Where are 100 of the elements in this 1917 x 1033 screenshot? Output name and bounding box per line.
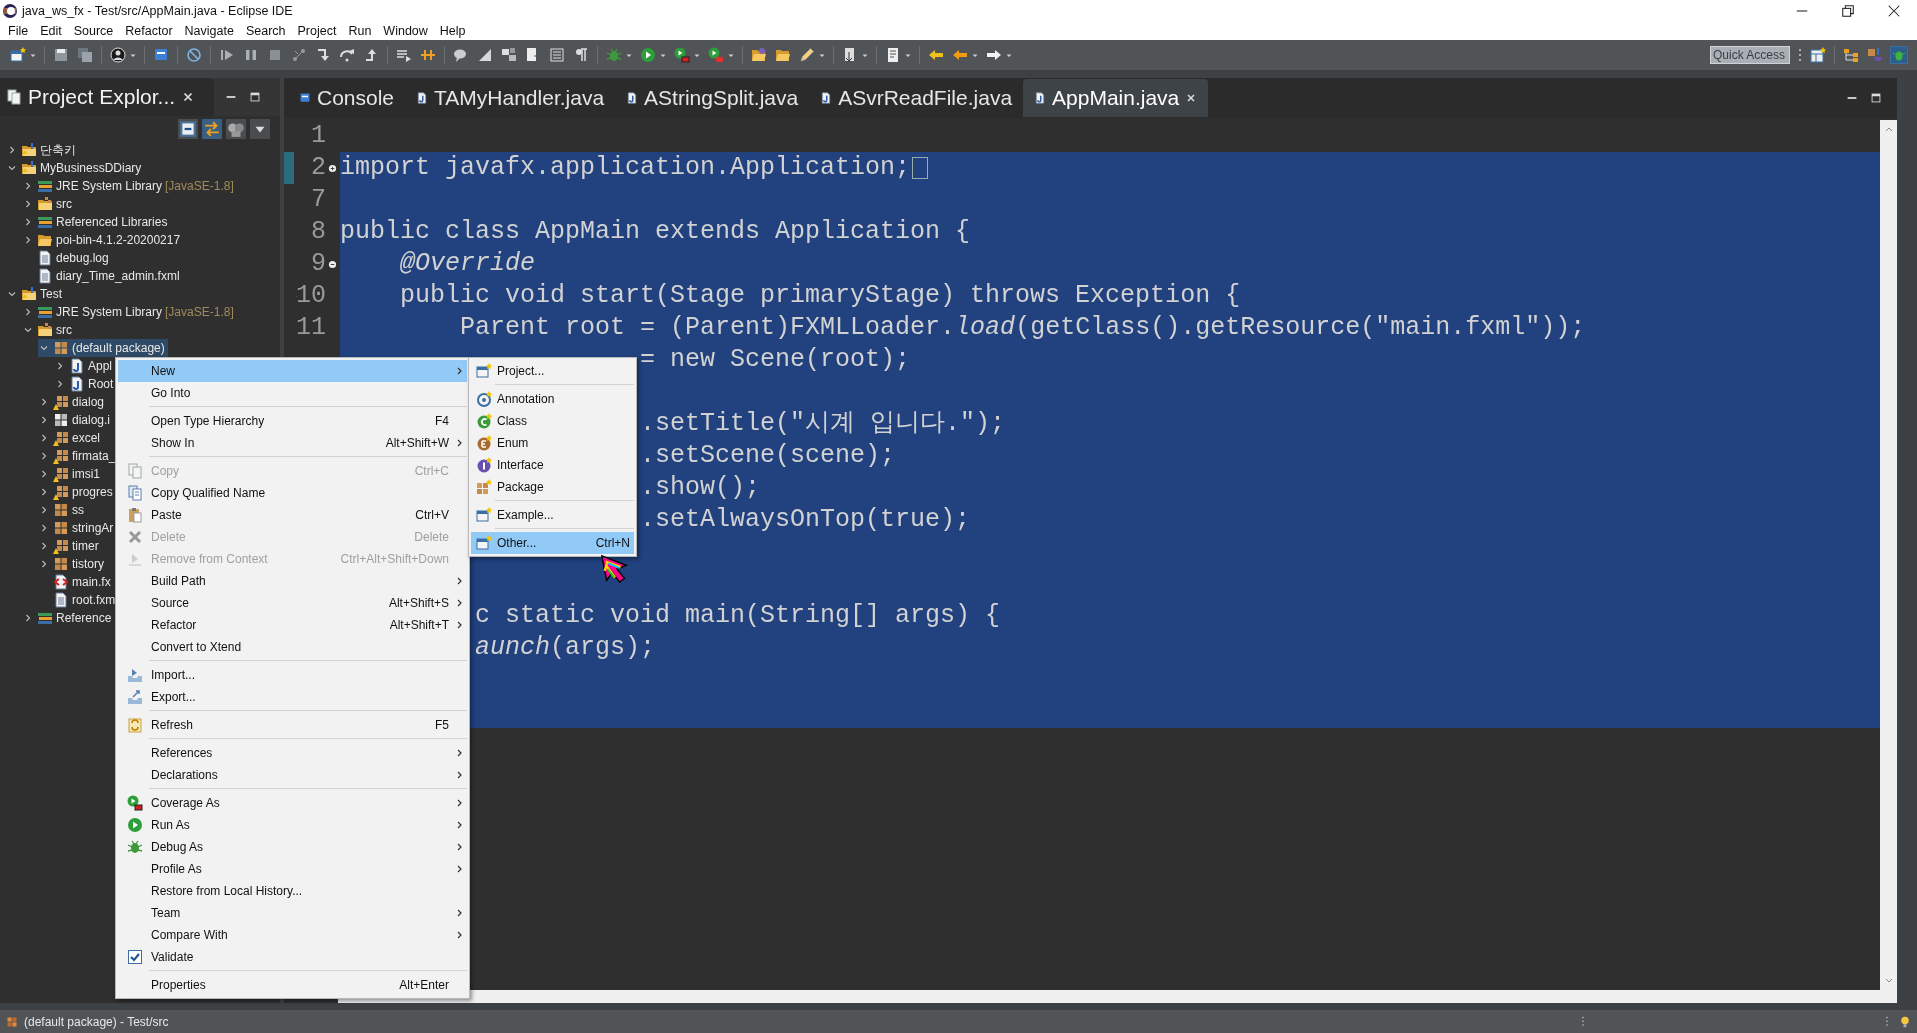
menu-item[interactable]: Show In Alt+Shift+W xyxy=(118,432,467,454)
menu-item[interactable]: Source xyxy=(67,23,120,39)
speech-bubble-icon[interactable] xyxy=(453,47,469,63)
floppy-icon[interactable] xyxy=(53,47,69,63)
menu-item[interactable]: Debug As xyxy=(118,836,467,858)
menu-item[interactable]: Example... xyxy=(471,504,634,526)
back-arrow-icon[interactable] xyxy=(952,47,968,63)
lightbulb-icon[interactable] xyxy=(1899,1015,1911,1028)
tree-item[interactable]: diary_Time_admin.fxml xyxy=(22,267,183,285)
menu-item[interactable]: Navigate xyxy=(178,23,240,39)
menu-item[interactable]: Open Type Hierarchy F4 xyxy=(118,410,467,432)
editor-tab[interactable]: Console xyxy=(288,79,406,117)
menu-item[interactable]: Refactor xyxy=(119,23,179,39)
menu-item[interactable]: Convert to Xtend xyxy=(118,636,467,658)
slashed-circle-icon[interactable] xyxy=(186,47,202,63)
menu-item[interactable]: Help xyxy=(433,23,472,39)
tree-item[interactable]: Appl xyxy=(54,357,116,375)
tree-item[interactable]: debug.log xyxy=(22,249,112,267)
forward-arrow-icon[interactable] xyxy=(986,47,1002,63)
menu-item[interactable]: Interface xyxy=(471,454,634,476)
editor-tab[interactable]: TAMyHandler.java xyxy=(405,79,616,117)
person-icon[interactable] xyxy=(110,47,126,63)
paragraph-mark-icon[interactable] xyxy=(573,47,589,63)
tree-item[interactable]: MyBusinessDDiary xyxy=(6,159,145,177)
notes-icon[interactable] xyxy=(885,47,901,63)
menu-item[interactable]: Compare With xyxy=(118,924,467,946)
menu-item[interactable]: Run xyxy=(342,23,378,39)
menu-item[interactable]: Run As xyxy=(118,814,467,836)
menu-item[interactable]: Class xyxy=(471,410,634,432)
tree-item[interactable]: 단축키 xyxy=(6,141,79,159)
editor-tab[interactable]: AStringSplit.java xyxy=(615,79,810,117)
lines-icon[interactable] xyxy=(549,47,565,63)
hierarchy-icon[interactable] xyxy=(1843,47,1859,63)
menu-item[interactable]: Refactor Alt+Shift+T xyxy=(118,614,467,636)
tree-item[interactable]: src xyxy=(22,321,75,339)
tree-item[interactable]: imsi1 xyxy=(38,465,103,483)
step-into-icon[interactable] xyxy=(315,47,331,63)
step-over-icon[interactable] xyxy=(339,47,355,63)
tree-item[interactable]: stringAr xyxy=(38,519,117,537)
tree-item[interactable]: src xyxy=(22,195,75,213)
open-perspective-icon[interactable] xyxy=(1810,47,1826,63)
resume-icon[interactable] xyxy=(219,47,235,63)
menu-item[interactable]: Edit xyxy=(34,23,68,39)
menu-item[interactable]: Import... xyxy=(118,664,467,686)
tree-item[interactable]: ss xyxy=(38,501,87,519)
menu-item[interactable]: Export... xyxy=(118,686,467,708)
menu-item[interactable]: Search xyxy=(239,23,292,39)
expand-icon[interactable] xyxy=(327,163,337,173)
menu-item[interactable]: Validate xyxy=(118,946,467,968)
menu-item[interactable]: Build Path xyxy=(118,570,467,592)
toolbox-icon[interactable] xyxy=(708,47,724,63)
maximize-icon[interactable] xyxy=(248,90,262,104)
tree-item[interactable]: main.fx xyxy=(38,573,114,591)
triangle-icon[interactable] xyxy=(477,47,493,63)
menu-item[interactable]: Package xyxy=(471,476,634,498)
menu-item[interactable]: Annotation xyxy=(471,388,634,410)
menu-item[interactable]: Other... Ctrl+N xyxy=(471,532,634,554)
bug-icon[interactable] xyxy=(1891,47,1907,63)
horizontal-scrollbar[interactable] xyxy=(338,990,1897,1003)
menu-item[interactable]: Copy Qualified Name xyxy=(118,482,467,504)
tree-item[interactable]: tistory xyxy=(38,555,107,573)
tree-item[interactable]: poi-bin-4.1.2-20200217 xyxy=(22,231,184,249)
tree-item[interactable]: dialog.i xyxy=(38,411,114,429)
filter-icon[interactable] xyxy=(226,118,246,139)
quick-access-field[interactable]: Quick Access xyxy=(1710,46,1790,64)
folder-icon[interactable] xyxy=(751,47,767,63)
editor-tab[interactable]: AppMain.java xyxy=(1023,79,1209,117)
coverage-icon[interactable] xyxy=(674,47,690,63)
menu-item[interactable]: New xyxy=(118,360,467,382)
toggle-icon[interactable] xyxy=(420,47,436,63)
menu-item[interactable]: Project... xyxy=(471,360,634,382)
tree-item[interactable]: excel xyxy=(38,429,103,447)
vertical-scrollbar[interactable] xyxy=(1880,120,1897,990)
menu-item[interactable]: Refresh F5 xyxy=(118,714,467,736)
menu-item[interactable]: Coverage As xyxy=(118,792,467,814)
menu-item[interactable]: Team xyxy=(118,902,467,924)
view-menu-icon[interactable] xyxy=(250,118,270,139)
editor-tab[interactable]: ASvrReadFile.java xyxy=(809,79,1024,117)
tree-item[interactable]: timer xyxy=(38,537,102,555)
tree-item[interactable]: root.fxm xyxy=(38,591,119,609)
menu-item[interactable]: Enum xyxy=(471,432,634,454)
view-tab[interactable]: Project Explor... xyxy=(0,78,214,116)
link-icon[interactable] xyxy=(202,118,222,139)
menu-item[interactable]: Properties Alt+Enter xyxy=(118,974,467,996)
back-arrow-icon[interactable] xyxy=(928,47,944,63)
menu-item[interactable]: Paste Ctrl+V xyxy=(118,504,467,526)
new-file-icon[interactable] xyxy=(10,47,26,63)
floppy-stack-icon[interactable] xyxy=(77,47,93,63)
tree-item[interactable]: JRE System Library [JavaSE-1.8] xyxy=(22,177,237,195)
tree-item[interactable]: (default package) xyxy=(38,339,168,357)
tree-item[interactable]: Test xyxy=(6,285,65,303)
nodes-icon[interactable] xyxy=(291,47,307,63)
menu-item[interactable]: File xyxy=(2,23,35,39)
menu-item[interactable]: Restore from Local History... xyxy=(118,880,467,902)
step-return-icon[interactable] xyxy=(363,47,379,63)
tree-item[interactable]: Reference xyxy=(22,609,115,627)
menu-item[interactable]: Project xyxy=(291,23,343,39)
folded-code-icon[interactable] xyxy=(912,157,929,179)
tree-item[interactable]: Referenced Libraries xyxy=(22,213,171,231)
blocks-icon[interactable] xyxy=(501,47,517,63)
